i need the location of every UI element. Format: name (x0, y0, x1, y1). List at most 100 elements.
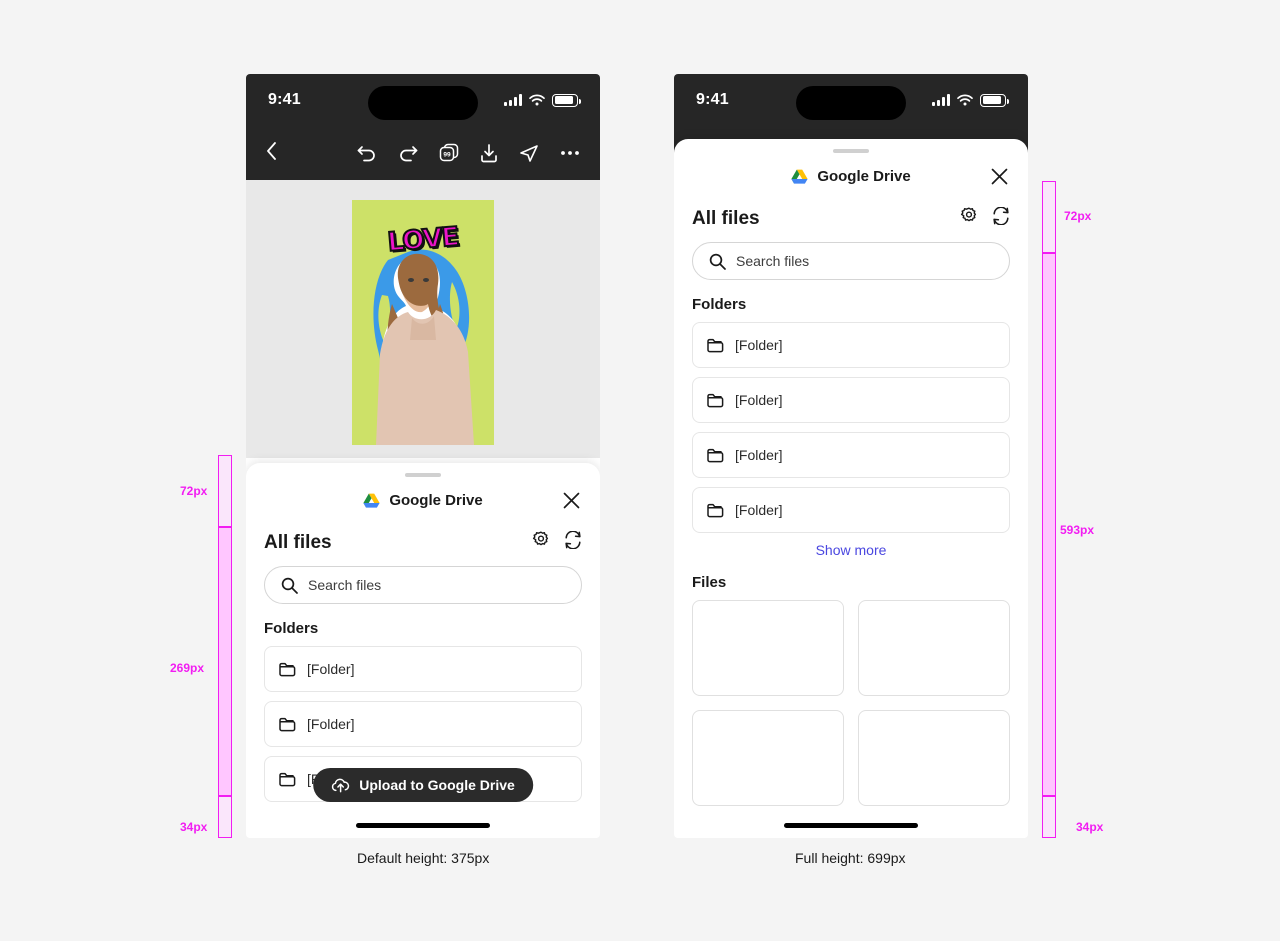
bottom-sheet-full: Google Drive All files Search files Fold… (674, 139, 1028, 838)
gear-icon[interactable] (532, 531, 550, 554)
editor-toolbar: 99 (246, 126, 600, 180)
signal-icon (932, 94, 950, 106)
annotation-bar-middle-left (218, 527, 232, 796)
folder-icon (707, 338, 724, 353)
home-indicator (356, 823, 490, 828)
battery-icon (552, 93, 581, 107)
more-options-icon[interactable] (560, 150, 580, 156)
download-icon[interactable] (480, 143, 498, 163)
status-bar: 9:41 (674, 74, 1028, 126)
artboard[interactable]: LOVE (352, 200, 494, 445)
status-bar-icons (932, 93, 1009, 107)
annotation-bar-bottom-right (1042, 796, 1056, 838)
sheet-header: Google Drive (246, 477, 600, 523)
file-card[interactable] (692, 710, 844, 806)
annotation-label-bottom-left: 34px (180, 820, 208, 834)
model-photo (376, 253, 474, 445)
gear-icon[interactable] (960, 207, 978, 230)
files-label: Files (692, 574, 727, 591)
wifi-icon (529, 94, 545, 106)
list-item-label: [Folder] (735, 392, 783, 408)
annotation-label-top-left: 72px (180, 484, 208, 498)
list-item-label: [Folder] (735, 337, 783, 353)
all-files-title: All files (264, 531, 332, 553)
folder-icon (707, 503, 724, 518)
sheet-title: Google Drive (817, 167, 911, 185)
file-card[interactable] (692, 600, 844, 696)
screen: 9:41 99 LOVE Google Drive All files Sear… (0, 0, 1280, 941)
dynamic-island (368, 86, 478, 120)
folders-label: Folders (692, 296, 747, 313)
close-icon[interactable] (558, 487, 584, 513)
list-item[interactable]: [Folder] (692, 487, 1010, 533)
sheet-body: All files Search files Folders [Folder] … (674, 199, 1028, 838)
folder-icon (707, 393, 724, 408)
google-drive-logo (791, 169, 808, 184)
sheet-title: Google Drive (389, 491, 483, 509)
bottom-sheet-default: Google Drive All files Search files Fold… (246, 463, 600, 838)
annotation-bar-top-right (1042, 181, 1056, 253)
battery-icon (980, 93, 1009, 107)
search-icon (281, 577, 298, 594)
search-input[interactable]: Search files (692, 242, 1010, 280)
home-indicator (784, 823, 918, 828)
list-item[interactable]: [Folder] (264, 701, 582, 747)
folder-icon (279, 717, 296, 732)
phone-mockup-full: 9:41 Google Drive All files Search files… (674, 74, 1028, 838)
list-item[interactable]: [Folder] (692, 322, 1010, 368)
close-icon[interactable] (986, 163, 1012, 189)
folder-icon (707, 448, 724, 463)
show-more-link[interactable]: Show more (692, 542, 1010, 558)
all-files-header: All files (692, 206, 1010, 230)
annotation-bar-bottom-left (218, 796, 232, 838)
back-button[interactable] (266, 141, 277, 165)
annotation-label-top-right: 72px (1064, 209, 1092, 223)
upload-toast-label: Upload to Google Drive (359, 777, 515, 793)
annotation-label-middle-left: 269px (170, 661, 205, 675)
phone-mockup-default: 9:41 99 LOVE Google Drive All files Sear… (246, 74, 600, 838)
annotation-label-bottom-right: 34px (1076, 820, 1104, 834)
list-item-label: [Folder] (307, 716, 355, 732)
annotation-bar-middle-right (1042, 253, 1056, 796)
redo-icon[interactable] (398, 144, 418, 162)
refresh-icon[interactable] (992, 206, 1010, 230)
dynamic-island (796, 86, 906, 120)
list-item-label: [Folder] (735, 502, 783, 518)
caption-right: Full height: 699px (795, 850, 906, 866)
search-placeholder: Search files (736, 253, 810, 269)
status-bar: 9:41 (246, 74, 600, 126)
status-bar-time: 9:41 (696, 91, 729, 108)
folders-label: Folders (264, 620, 319, 637)
file-card[interactable] (858, 600, 1010, 696)
upload-toast-button[interactable]: Upload to Google Drive (313, 768, 533, 802)
status-bar-time: 9:41 (268, 91, 301, 108)
annotation-bar-top-left (218, 455, 232, 527)
list-item[interactable]: [Folder] (264, 646, 582, 692)
refresh-icon[interactable] (564, 530, 582, 554)
undo-icon[interactable] (357, 144, 377, 162)
files-grid (692, 600, 1010, 806)
list-item[interactable]: [Folder] (692, 377, 1010, 423)
send-icon[interactable] (519, 144, 539, 163)
google-drive-logo (363, 493, 380, 508)
folder-icon (279, 662, 296, 677)
search-icon (709, 253, 726, 270)
all-files-header: All files (264, 530, 582, 554)
folder-icon (279, 772, 296, 787)
list-item-label: [Folder] (735, 447, 783, 463)
search-placeholder: Search files (308, 577, 382, 593)
all-files-title: All files (692, 207, 760, 229)
status-bar-icons (504, 93, 581, 107)
signal-icon (504, 94, 522, 106)
sheet-header: Google Drive (674, 153, 1028, 199)
list-item-label: [Folder] (307, 661, 355, 677)
svg-text:99: 99 (443, 151, 451, 158)
wifi-icon (957, 94, 973, 106)
list-item[interactable]: [Folder] (692, 432, 1010, 478)
file-card[interactable] (858, 710, 1010, 806)
annotation-label-middle-right: 593px (1060, 523, 1095, 537)
layers-badge-icon[interactable]: 99 (439, 143, 459, 163)
editor-canvas[interactable]: LOVE (246, 180, 600, 458)
search-input[interactable]: Search files (264, 566, 582, 604)
cloud-upload-icon (331, 778, 350, 793)
